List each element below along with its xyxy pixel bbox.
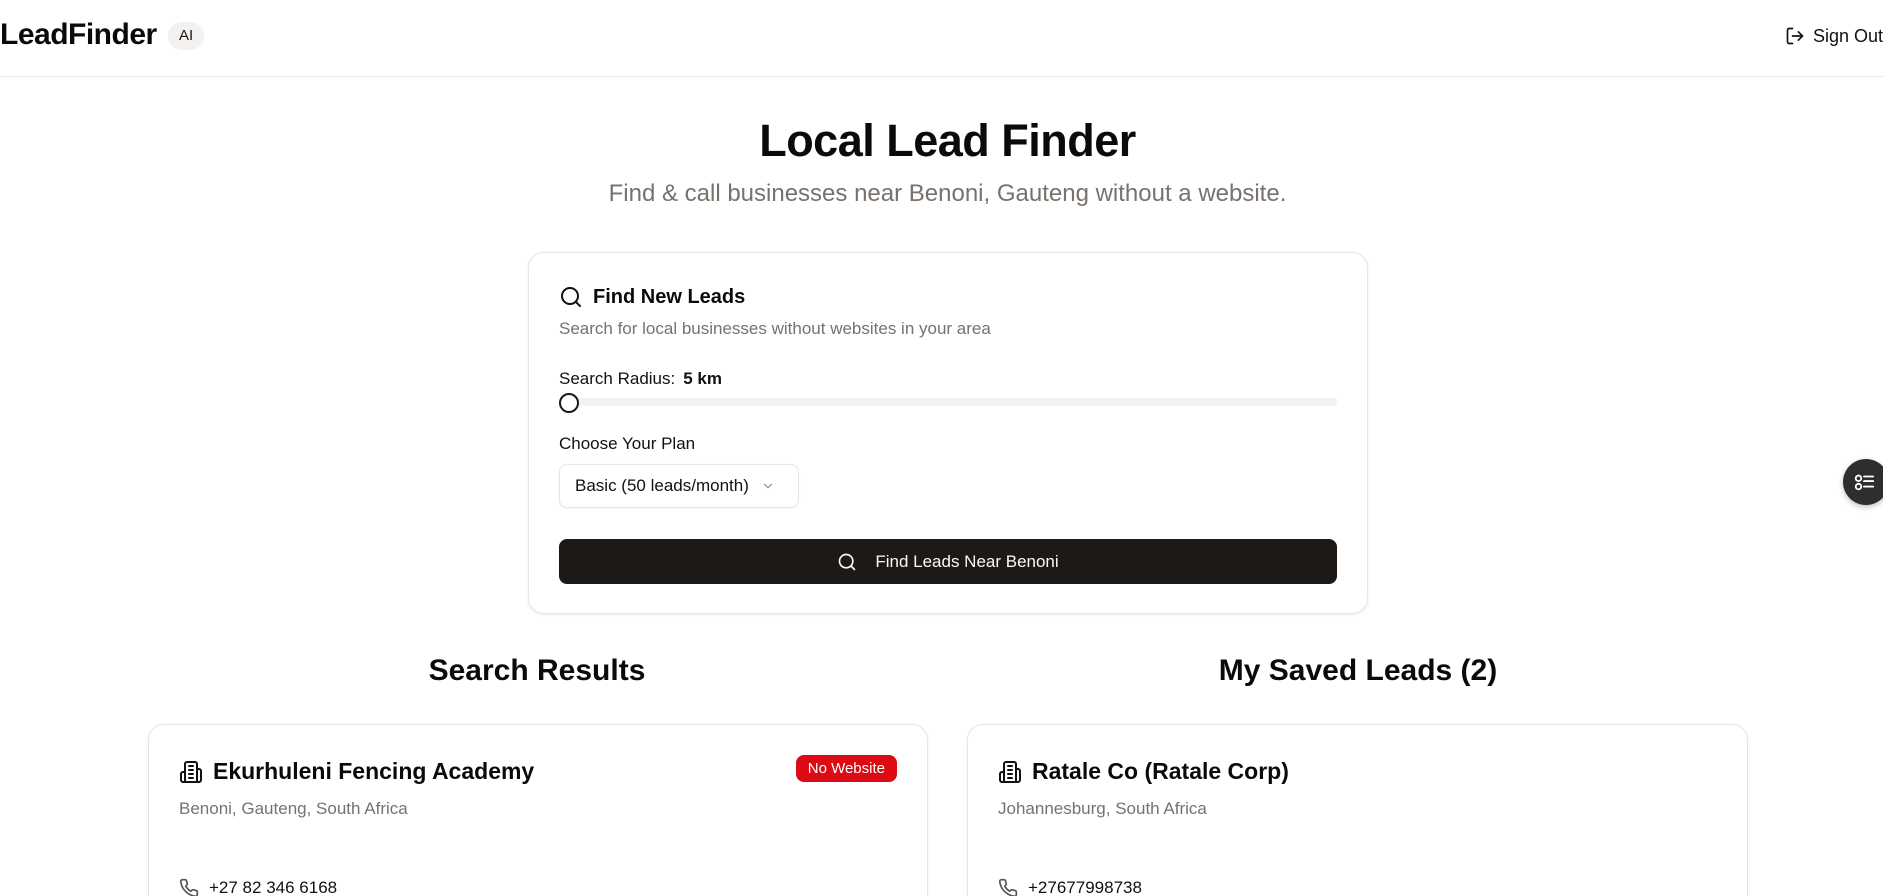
page-subtitle: Find & call businesses near Benoni, Gaut… <box>608 180 1287 207</box>
radius-value: 5 km <box>683 369 722 388</box>
find-leads-button[interactable]: Find Leads Near Benoni <box>559 539 1337 584</box>
search-icon <box>838 553 856 570</box>
lead-location: Johannesburg, South Africa <box>998 799 1207 818</box>
radius-label-row: Search Radius: 5 km <box>559 369 722 389</box>
lead-name: Ekurhuleni Fencing Academy <box>213 758 535 784</box>
plan-label: Choose Your Plan <box>559 434 696 453</box>
card-description: Search for local businesses without webs… <box>559 319 991 338</box>
search-icon <box>561 287 581 307</box>
sign-out-button[interactable]: Sign Out <box>1785 22 1883 50</box>
search-results-title: Search Results <box>428 654 646 687</box>
radius-slider-track[interactable] <box>559 398 1337 406</box>
lead-name-row: Ekurhuleni Fencing Academy <box>179 758 534 785</box>
floating-action-button[interactable] <box>1843 459 1883 505</box>
card-title: Find New Leads <box>593 285 746 308</box>
lead-phone: +27677998738 <box>1028 878 1142 896</box>
lead-phone: +27 82 346 6168 <box>209 878 338 896</box>
radius-slider-thumb[interactable] <box>559 393 579 413</box>
saved-leads-title: My Saved Leads (2) <box>1218 654 1498 687</box>
ai-badge: AI <box>168 22 205 50</box>
lead-phone-row[interactable]: +27 82 346 6168 <box>179 878 337 896</box>
saved-lead-card[interactable]: Ratale Co (Ratale Corp) Johannesburg, So… <box>967 724 1748 896</box>
radius-label: Search Radius: <box>559 369 676 388</box>
plan-select[interactable]: Basic (50 leads/month) <box>559 464 799 508</box>
lead-name-row: Ratale Co (Ratale Corp) <box>998 758 1289 785</box>
lead-phone-row[interactable]: +27677998738 <box>998 878 1142 896</box>
log-out-icon <box>1786 27 1804 45</box>
list-settings-icon <box>1854 474 1875 491</box>
building-icon <box>180 760 202 783</box>
find-leads-card: Find New Leads Search for local business… <box>528 252 1368 614</box>
building-icon <box>999 760 1021 783</box>
lead-location: Benoni, Gauteng, South Africa <box>179 799 408 818</box>
lead-name: Ratale Co (Ratale Corp) <box>1032 758 1289 784</box>
brand-logo[interactable]: LeadFinder <box>0 18 157 52</box>
no-website-badge: No Website <box>795 755 897 782</box>
card-title-row: Find New Leads <box>559 285 745 309</box>
phone-icon <box>998 878 1018 896</box>
find-leads-button-label: Find Leads Near Benoni <box>875 551 1059 571</box>
plan-selected-value: Basic (50 leads/month) <box>575 476 749 495</box>
sign-out-label: Sign Out <box>1812 25 1883 46</box>
page-title: Local Lead Finder <box>759 115 1136 166</box>
search-result-card[interactable]: Ekurhuleni Fencing Academy No Website Be… <box>148 724 928 896</box>
phone-icon <box>179 878 199 896</box>
top-header: LeadFinder AI Sign Out <box>0 0 1883 77</box>
chevron-down-icon <box>763 483 772 489</box>
